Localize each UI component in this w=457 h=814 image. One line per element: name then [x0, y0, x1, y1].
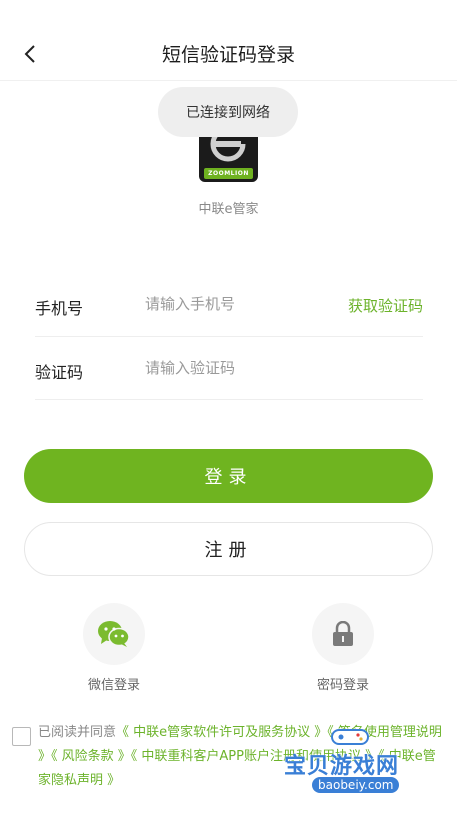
agreement-checkbox[interactable] [12, 727, 31, 746]
login-button[interactable]: 登录 [24, 449, 433, 503]
agreement-prefix: 已阅读并同意 [38, 725, 117, 740]
watermark: 宝贝游戏网 baobeiy.com [282, 722, 452, 802]
wechat-login-button[interactable] [83, 603, 145, 665]
code-input[interactable] [145, 359, 325, 377]
wechat-icon [98, 621, 130, 647]
gamepad-icon [331, 729, 369, 745]
phone-input[interactable] [145, 295, 325, 313]
lock-icon [333, 621, 353, 646]
logo-wordmark: ZOOMLION [204, 168, 253, 179]
password-login-button[interactable] [312, 603, 374, 665]
register-button[interactable]: 注册 [24, 522, 433, 576]
phone-label: 手机号 [35, 299, 84, 318]
page-title: 短信验证码登录 [161, 44, 295, 66]
code-label: 验证码 [35, 363, 84, 382]
risk-terms-link[interactable]: 《 风险条款 》 [51, 749, 131, 764]
header-divider [0, 80, 457, 81]
get-code-button[interactable]: 获取验证码 [348, 295, 423, 316]
watermark-url: baobeiy.com [312, 777, 400, 793]
wechat-login-label: 微信登录 [87, 678, 140, 693]
watermark-text: 宝贝游戏网 [284, 754, 400, 779]
code-divider [35, 399, 423, 400]
app-name: 中联e管家 [198, 202, 259, 217]
password-login-label: 密码登录 [316, 678, 369, 693]
network-toast: 已连接到网络 [158, 87, 298, 137]
phone-divider [35, 336, 423, 337]
